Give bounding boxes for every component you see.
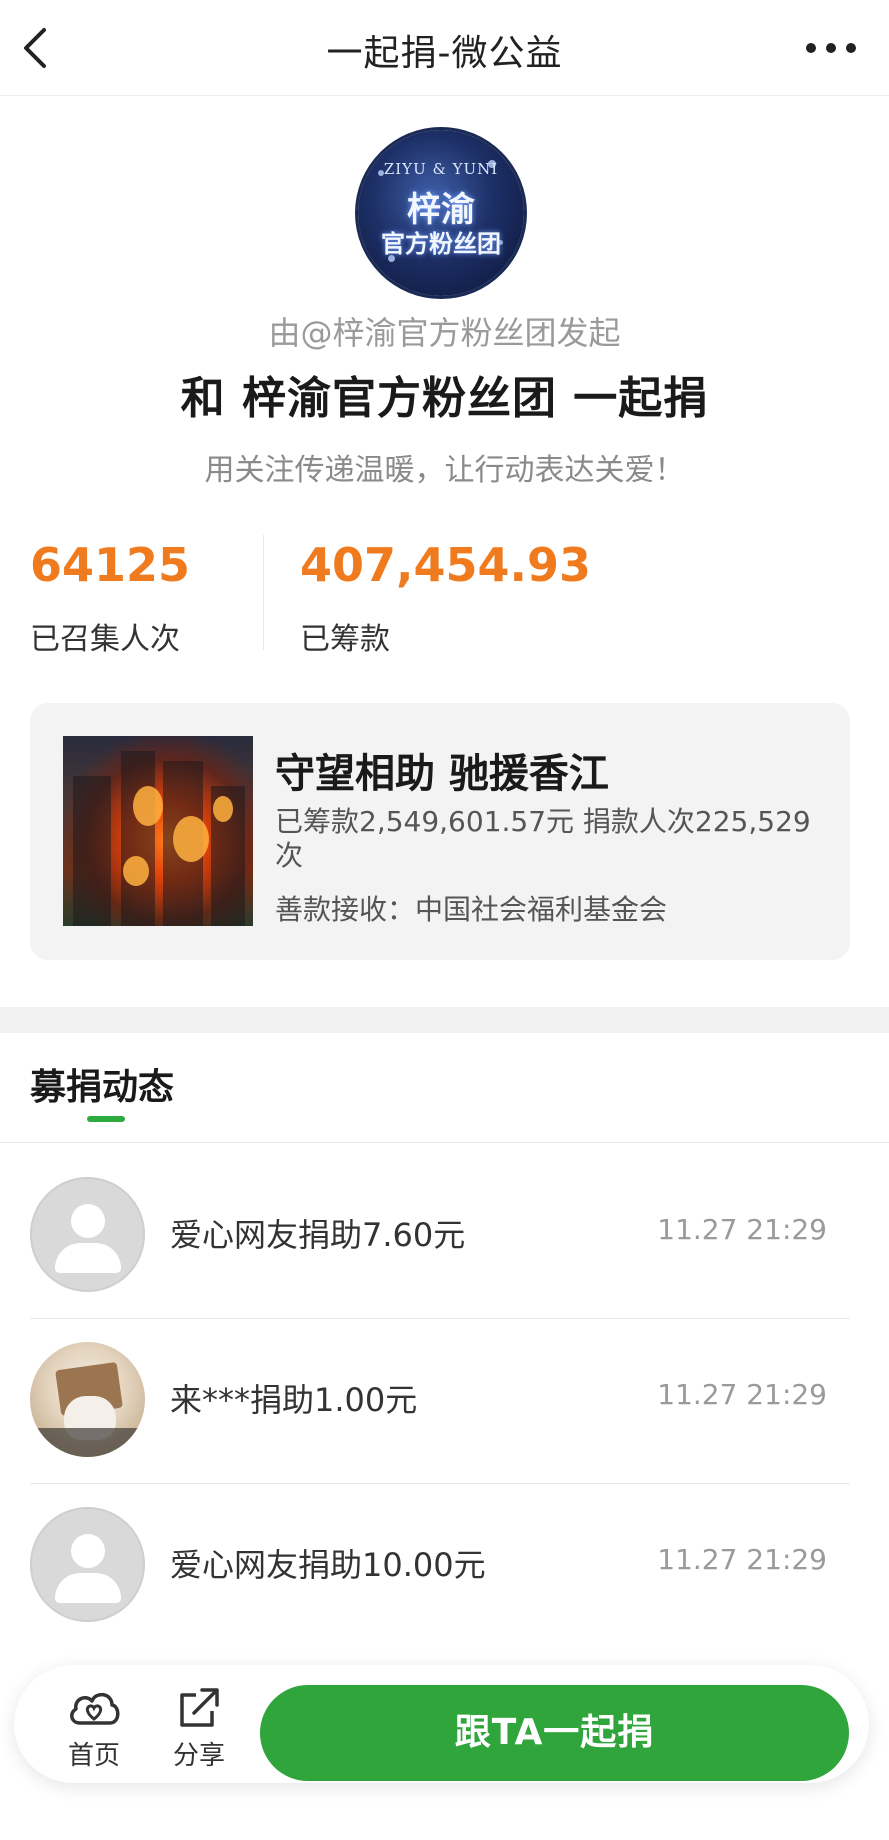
project-receiver: 善款接收：中国社会福利基金会 [275, 893, 668, 926]
donation-text: 爱心网友捐助7.60元 [170, 1216, 466, 1254]
default-avatar-icon [30, 1507, 145, 1622]
donation-time: 11.27 21:29 [657, 1543, 827, 1576]
participants-count: 64125 [30, 538, 191, 592]
project-title: 守望相助 驰援香江 [275, 751, 609, 797]
donation-text: 来***捐助1.00元 [170, 1381, 418, 1419]
more-dots-icon [806, 43, 856, 53]
row-divider [30, 1483, 850, 1484]
campaign-title: 和 梓渝官方粉丝团 一起捐 [180, 373, 709, 424]
tab-bar-border [0, 1142, 889, 1143]
home-label: 首页 [67, 1741, 120, 1771]
donation-row: 爱心网友捐助10.00元 11.27 21:29 [0, 1485, 889, 1649]
tab-donation-activity[interactable]: 募捐动态 [30, 1058, 174, 1110]
share-arrow-icon [180, 1688, 219, 1727]
avatar-logo-text-top: ZIYU & YUNI [383, 160, 499, 178]
fan-club-avatar[interactable]: ZIYU & YUNI 梓渝 官方粉丝团 [358, 130, 524, 296]
row-divider [30, 1318, 850, 1319]
avatar-logo-text-bottom: 官方粉丝团 [381, 229, 501, 258]
donation-row: 来***捐助1.00元 11.27 21:29 [0, 1320, 889, 1484]
donation-row: 爱心网友捐助7.60元 11.27 21:29 [0, 1155, 889, 1319]
stats-divider [263, 535, 264, 650]
bottom-action-bar: 首页 分享 跟TA一起捐 [14, 1665, 869, 1783]
campaign-slogan: 用关注传递温暖，让行动表达关爱！ [204, 453, 685, 488]
page-title: 一起捐-微公益 [326, 33, 563, 74]
more-button[interactable] [801, 28, 861, 68]
donation-time: 11.27 21:29 [657, 1213, 827, 1246]
share-label: 分享 [172, 1741, 225, 1771]
user-avatar [30, 1342, 145, 1457]
tab-active-indicator [87, 1116, 125, 1122]
participants-label: 已召集人次 [30, 622, 180, 657]
top-nav-bar: 一起捐-微公益 [0, 0, 889, 96]
section-divider [0, 1007, 889, 1033]
share-button[interactable]: 分享 [159, 1685, 239, 1775]
donation-text: 爱心网友捐助10.00元 [170, 1546, 486, 1584]
initiator-text[interactable]: 由@梓渝官方粉丝团发起 [0, 308, 889, 354]
project-card[interactable]: 守望相助 驰援香江 已筹款2,549,601.57元 捐款人次225,529次 … [30, 703, 850, 960]
raised-label: 已筹款 [300, 622, 390, 657]
project-raised-info: 已筹款2,549,601.57元 捐款人次225,529次 [275, 805, 811, 872]
donate-together-button[interactable]: 跟TA一起捐 [260, 1685, 849, 1781]
project-image [63, 736, 253, 926]
default-avatar-icon [30, 1177, 145, 1292]
donation-time: 11.27 21:29 [657, 1378, 827, 1411]
home-button[interactable]: 首页 [54, 1685, 134, 1775]
cloud-heart-icon [70, 1692, 120, 1725]
raised-amount: 407,454.93 [300, 538, 592, 592]
